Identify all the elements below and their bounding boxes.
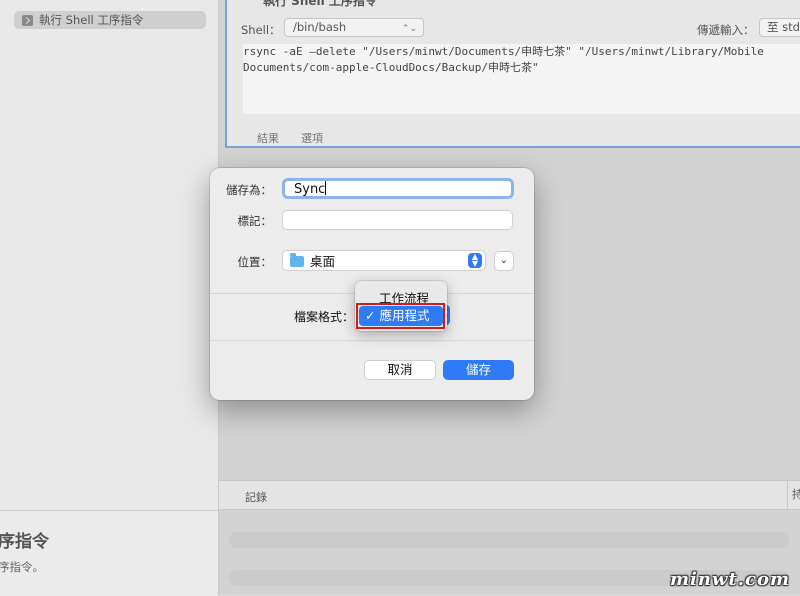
- tab-results[interactable]: 結果: [257, 130, 279, 146]
- tab-options[interactable]: 選項: [301, 130, 323, 146]
- script-line: rsync -aE —delete "/Users/minwt/Document…: [243, 45, 764, 58]
- save-button[interactable]: 儲存: [443, 360, 514, 380]
- library-sidebar: 執行 Shell 工序指令 序指令 序指令。: [0, 0, 219, 596]
- pass-input-label: 傳遞輸入：: [697, 23, 755, 37]
- location-value: 桌面: [310, 254, 336, 269]
- location-select[interactable]: 桌面 ▲ ▼: [282, 250, 486, 271]
- save-as-label: 儲存為：: [226, 183, 272, 197]
- shell-select[interactable]: /bin/bash ⌃⌄: [284, 18, 424, 37]
- chevron-updown-icon: ▲ ▼: [468, 253, 482, 268]
- log-row: [229, 532, 789, 548]
- location-label: 位置：: [237, 255, 273, 269]
- shell-select-value: /bin/bash: [293, 20, 347, 34]
- action-description-panel: 序指令 序指令。: [0, 510, 218, 596]
- file-format-label: 檔案格式：: [294, 310, 355, 324]
- expand-dialog-button[interactable]: ⌄: [494, 251, 514, 271]
- divider: [210, 340, 534, 341]
- cancel-button[interactable]: 取消: [364, 360, 436, 380]
- folder-icon: [290, 252, 304, 267]
- script-line: Documents/com-apple-CloudDocs/Backup/申時七…: [243, 61, 539, 74]
- shell-label: Shell：: [241, 23, 281, 37]
- text-caret: [325, 181, 327, 195]
- log-duration-column[interactable]: 持: [787, 481, 800, 509]
- description-title: 序指令: [0, 532, 49, 552]
- sidebar-item-run-shell-script[interactable]: 執行 Shell 工序指令: [14, 11, 206, 29]
- chevron-updown-icon: ⌃⌄: [401, 24, 417, 34]
- script-editor[interactable]: rsync -aE —delete "/Users/minwt/Document…: [243, 44, 800, 114]
- terminal-icon: [22, 14, 33, 26]
- sidebar-item-label: 執行 Shell 工序指令: [39, 13, 144, 27]
- log-label: 記錄: [245, 491, 267, 504]
- pass-input-select[interactable]: 至 stdin: [759, 18, 800, 37]
- chevron-down-icon: ⌄: [499, 255, 509, 266]
- action-card-tabs: 結果 選項: [257, 130, 323, 146]
- watermark: minwt.com: [669, 569, 790, 590]
- save-as-value: Sync: [294, 182, 326, 197]
- log-header: 記錄 持: [219, 480, 800, 510]
- tags-label: 標記：: [237, 214, 273, 228]
- action-title: 執行 Shell 工序指令: [263, 0, 377, 8]
- highlight-annotation-box: [356, 303, 445, 329]
- description-body: 序指令。: [0, 560, 44, 574]
- run-shell-script-action[interactable]: 執行 Shell 工序指令 Shell： /bin/bash ⌃⌄ 傳遞輸入： …: [225, 0, 800, 148]
- tags-field[interactable]: [282, 210, 513, 230]
- save-as-field[interactable]: Sync: [282, 178, 514, 199]
